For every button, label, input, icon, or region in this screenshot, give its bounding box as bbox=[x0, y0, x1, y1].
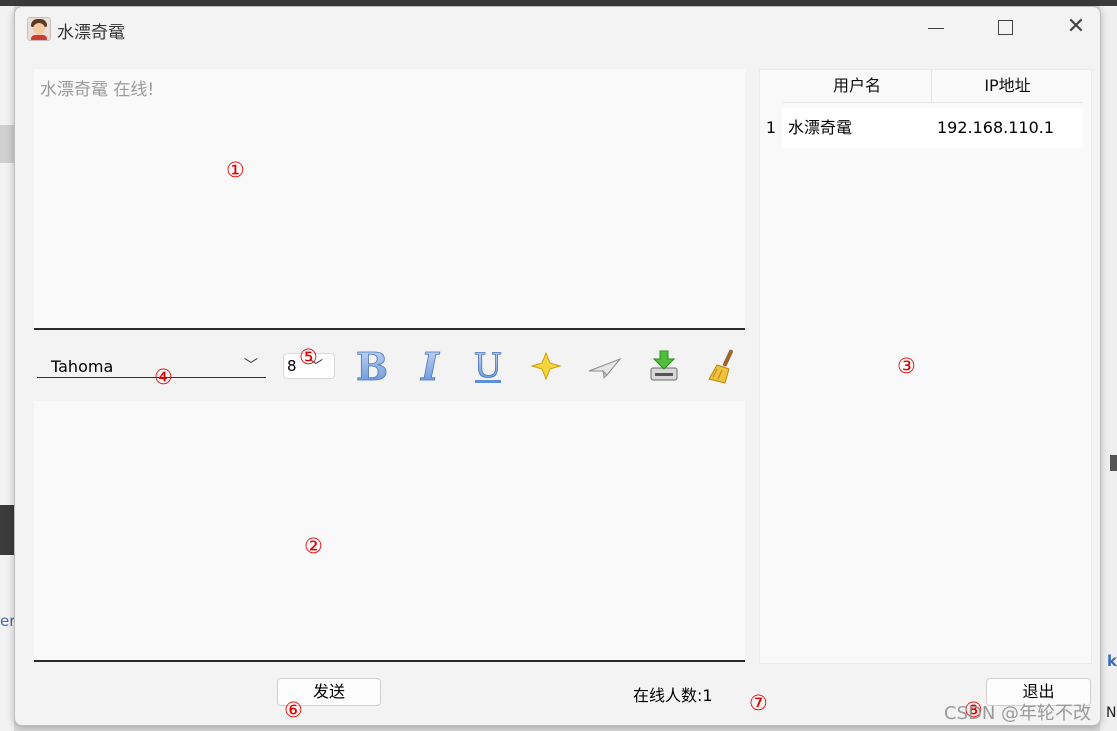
format-toolbar: Tahoma ﹀ 8 ﹀ B I U bbox=[34, 344, 745, 390]
color-star-icon bbox=[530, 351, 562, 381]
online-count-label: 在线人数:1 bbox=[633, 686, 713, 705]
minimize-button[interactable] bbox=[913, 13, 959, 43]
background-window-right bbox=[1100, 6, 1117, 731]
save-download-icon bbox=[650, 350, 678, 381]
chevron-down-icon: ﹀ bbox=[244, 358, 258, 374]
italic-button[interactable]: I bbox=[410, 344, 450, 390]
background-scroll-mark bbox=[1110, 455, 1117, 471]
window-title: 水漂奇鼋 bbox=[57, 23, 125, 43]
chat-window: 水漂奇鼋 ✕ 水漂奇鼋 在线! Tahoma ﹀ 8 ﹀ B I U 用户名 I… bbox=[14, 6, 1101, 726]
background-window-left-block bbox=[0, 125, 14, 163]
background-text-fragment: N bbox=[1106, 705, 1117, 721]
bold-icon: B bbox=[356, 344, 389, 390]
font-size-value: 8 bbox=[287, 357, 297, 375]
svg-text:B: B bbox=[356, 347, 388, 385]
chat-history-area[interactable]: 水漂奇鼋 在线! bbox=[34, 69, 745, 330]
send-file-button[interactable] bbox=[585, 347, 625, 385]
message-input[interactable] bbox=[34, 401, 745, 662]
maximize-icon bbox=[998, 20, 1013, 35]
app-avatar-icon bbox=[27, 17, 51, 41]
svg-text:I: I bbox=[420, 347, 440, 385]
chat-message: 水漂奇鼋 在线! bbox=[40, 80, 155, 100]
italic-icon: I bbox=[420, 344, 441, 390]
annotation-marker-6: ⑥ bbox=[284, 698, 303, 722]
font-family-value: Tahoma bbox=[51, 357, 114, 376]
annotation-marker-1: ① bbox=[226, 158, 245, 182]
underline-button[interactable]: U bbox=[468, 346, 508, 387]
ip-address-cell: 192.168.110.1 bbox=[937, 118, 1055, 137]
annotation-marker-5: ⑤ bbox=[299, 345, 318, 369]
background-window-left-dark-block bbox=[0, 505, 14, 555]
bold-button[interactable]: B bbox=[352, 344, 392, 390]
svg-text:U: U bbox=[474, 347, 503, 385]
annotation-marker-4: ④ bbox=[154, 365, 173, 389]
column-header-ip[interactable]: IP地址 bbox=[932, 70, 1083, 103]
maximize-button[interactable] bbox=[983, 13, 1029, 43]
clear-broom-icon bbox=[708, 349, 733, 384]
user-name-cell: 水漂奇鼋 bbox=[788, 118, 853, 137]
underline-icon: U bbox=[473, 346, 503, 387]
row-index: 1 bbox=[760, 108, 782, 148]
clear-chat-button[interactable] bbox=[703, 347, 743, 385]
title-bar[interactable]: 水漂奇鼋 ✕ bbox=[15, 7, 1100, 49]
annotation-marker-3: ③ bbox=[897, 354, 916, 378]
column-header-username[interactable]: 用户名 bbox=[783, 70, 932, 103]
online-users-table: 用户名 IP地址 1 水漂奇鼋 192.168.110.1 bbox=[759, 69, 1092, 664]
close-icon: ✕ bbox=[1066, 14, 1086, 39]
background-text-fragment: k bbox=[1107, 652, 1117, 670]
annotation-marker-7: ⑦ bbox=[749, 691, 768, 715]
annotation-marker-2: ② bbox=[304, 534, 323, 558]
save-chat-button[interactable] bbox=[644, 347, 684, 385]
watermark: CSDN @年轮不改 bbox=[944, 703, 1092, 724]
table-row[interactable]: 1 水漂奇鼋 192.168.110.1 bbox=[760, 108, 1083, 148]
font-family-select[interactable]: Tahoma ﹀ bbox=[37, 355, 266, 378]
minimize-icon bbox=[928, 28, 944, 29]
send-file-plane-icon bbox=[588, 357, 622, 379]
close-button[interactable]: ✕ bbox=[1053, 13, 1099, 43]
text-color-button[interactable] bbox=[526, 347, 566, 385]
